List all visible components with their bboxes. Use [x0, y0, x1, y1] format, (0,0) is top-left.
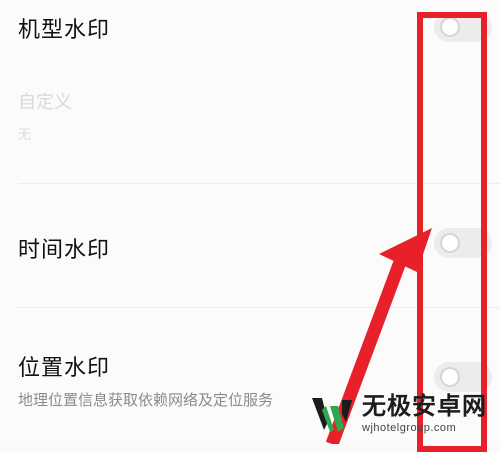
location-watermark-description: 地理位置信息获取依赖网络及定位服务 — [18, 391, 274, 409]
time-watermark-title: 时间水印 — [18, 238, 111, 263]
custom-value: 无 — [18, 128, 32, 143]
highlight-box — [417, 12, 487, 452]
model-watermark-title: 机型水印 — [18, 18, 111, 43]
watermark-settings-screen: 机型水印 自定义 无 时间水印 位置水印 地理位置信息获取依赖网络及定位服务 无… — [0, 0, 500, 452]
site-logo-icon — [312, 398, 352, 432]
site-watermark-url: wjhotelgroup.com — [362, 421, 457, 434]
custom-label: 自定义 — [18, 92, 72, 113]
site-watermark-title: 无极安卓网 — [362, 392, 487, 420]
location-watermark-title: 位置水印 — [18, 356, 111, 381]
site-watermark-text: 无极安卓网 wjhotelgroup.com — [362, 392, 487, 434]
site-watermark: 无极安卓网 wjhotelgroup.com — [308, 388, 500, 440]
